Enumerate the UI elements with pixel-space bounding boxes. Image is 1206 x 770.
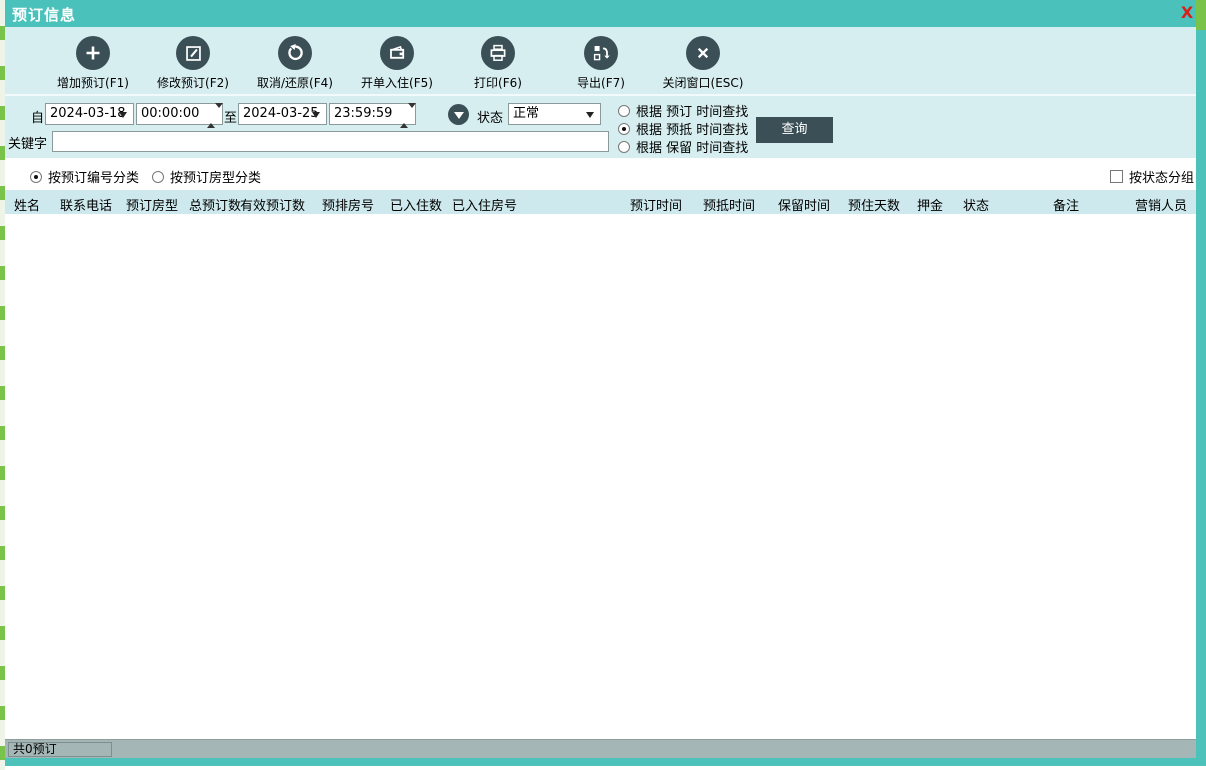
table-body — [5, 214, 1196, 739]
column-header: 预订房型 — [126, 195, 178, 214]
printer-icon — [481, 36, 515, 70]
status-label: 状态 — [477, 107, 503, 126]
spinner-arrows-icon[interactable] — [400, 106, 412, 122]
radio-label: 根据 预订 时间查找 — [636, 101, 748, 120]
keyword-label: 关键字 — [8, 133, 47, 152]
radio-icon[interactable] — [30, 171, 42, 183]
column-header: 预排房号 — [322, 195, 374, 214]
radio-icon[interactable] — [618, 123, 630, 135]
undo-icon — [278, 36, 312, 70]
export-button[interactable]: 导出(F7) — [546, 36, 656, 91]
toolbar-button-label: 取消/还原(F4) — [240, 74, 350, 91]
chevron-down-icon[interactable] — [312, 112, 320, 118]
from-date-value: 2024-03-18 — [50, 106, 126, 121]
toolbar-button-label: 增加预订(F1) — [38, 74, 148, 91]
print-button[interactable]: 打印(F6) — [443, 36, 553, 91]
query-button[interactable]: 查询 — [756, 117, 833, 143]
from-time-value: 00:00:00 — [141, 106, 199, 121]
column-header: 营销人员 — [1135, 195, 1187, 214]
status-value: 正常 — [513, 106, 539, 121]
checkbox-group-by-status[interactable]: 按状态分组 — [1110, 167, 1194, 186]
column-header: 备注 — [1053, 195, 1079, 214]
radio-label: 按预订房型分类 — [170, 167, 261, 186]
to-label: 至 — [224, 107, 237, 126]
filter-panel: 自 2024-03-18 00:00:00 至 2024-03-25 23:59… — [5, 96, 1196, 158]
close-circle-icon — [686, 36, 720, 70]
add-icon — [76, 36, 110, 70]
radio-icon[interactable] — [618, 141, 630, 153]
radio-label: 根据 预抵 时间查找 — [636, 119, 748, 138]
reservation-count: 共0预订 — [8, 742, 112, 757]
radio-label: 根据 保留 时间查找 — [636, 137, 748, 156]
modify-reservation-button[interactable]: 修改预订(F2) — [138, 36, 248, 91]
column-header: 姓名 — [14, 195, 40, 214]
background-right-strip — [1196, 0, 1206, 766]
to-date-select[interactable]: 2024-03-25 — [238, 103, 327, 125]
wallet-icon — [380, 36, 414, 70]
toolbar-button-label: 开单入住(F5) — [342, 74, 452, 91]
to-time-spinner[interactable]: 23:59:59 — [329, 103, 416, 125]
window-bottom-border — [5, 758, 1196, 766]
table-header: 姓名 联系电话 预订房型 总预订数 有效预订数 预排房号 已入住数 已入住房号 … — [5, 190, 1196, 214]
to-date-value: 2024-03-25 — [243, 106, 319, 121]
chevron-down-icon[interactable] — [119, 112, 127, 118]
checkbox-label: 按状态分组 — [1129, 167, 1194, 186]
keyword-input[interactable] — [52, 131, 609, 152]
export-icon — [584, 36, 618, 70]
check-in-button[interactable]: 开单入住(F5) — [342, 36, 452, 91]
column-header: 预订时间 — [630, 195, 682, 214]
column-header: 联系电话 — [60, 195, 112, 214]
expand-more-button[interactable] — [448, 104, 469, 125]
toolbar-button-label: 打印(F6) — [443, 74, 553, 91]
column-header: 已入住房号 — [452, 195, 517, 214]
chevron-down-icon[interactable] — [586, 112, 594, 118]
column-header: 押金 — [917, 195, 943, 214]
cancel-restore-button[interactable]: 取消/还原(F4) — [240, 36, 350, 91]
chevron-down-icon — [454, 112, 464, 119]
add-reservation-button[interactable]: 增加预订(F1) — [38, 36, 148, 91]
status-bar: 共0预订 — [5, 739, 1196, 758]
status-select[interactable]: 正常 — [508, 103, 601, 125]
grouping-row: 按预订编号分类 按预订房型分类 按状态分组 — [5, 158, 1196, 190]
close-window-button[interactable]: 关闭窗口(ESC) — [648, 36, 758, 91]
radio-group-by-booking-number[interactable]: 按预订编号分类 — [30, 167, 139, 186]
reservation-info-window: 预订信息 X 增加预订(F1) 修改预订(F2) 取消/还原(F4) — [5, 0, 1196, 766]
edit-icon — [176, 36, 210, 70]
column-header: 有效预订数 — [240, 195, 305, 214]
radio-icon[interactable] — [618, 105, 630, 117]
column-header: 状态 — [963, 195, 989, 214]
radio-search-by-booking-time[interactable]: 根据 预订 时间查找 — [618, 101, 748, 120]
toolbar: 增加预订(F1) 修改预订(F2) 取消/还原(F4) 开单入住(F5) 打印(… — [5, 27, 1196, 96]
toolbar-button-label: 关闭窗口(ESC) — [648, 74, 758, 91]
radio-group-by-room-type[interactable]: 按预订房型分类 — [152, 167, 261, 186]
column-header: 保留时间 — [778, 195, 830, 214]
column-header: 预住天数 — [848, 195, 900, 214]
radio-search-by-arrival-time[interactable]: 根据 预抵 时间查找 — [618, 119, 748, 138]
checkbox-icon[interactable] — [1110, 170, 1123, 183]
from-time-spinner[interactable]: 00:00:00 — [136, 103, 223, 125]
from-label: 自 — [31, 107, 44, 126]
spinner-arrows-icon[interactable] — [207, 106, 219, 122]
toolbar-button-label: 修改预订(F2) — [138, 74, 248, 91]
to-time-value: 23:59:59 — [334, 106, 392, 121]
toolbar-button-label: 导出(F7) — [546, 74, 656, 91]
radio-label: 按预订编号分类 — [48, 167, 139, 186]
close-icon[interactable]: X — [1177, 3, 1197, 23]
title-bar: 预订信息 X — [5, 0, 1196, 27]
from-date-select[interactable]: 2024-03-18 — [45, 103, 134, 125]
column-header: 预抵时间 — [703, 195, 755, 214]
column-header: 总预订数 — [189, 195, 241, 214]
column-header: 已入住数 — [390, 195, 442, 214]
radio-search-by-hold-time[interactable]: 根据 保留 时间查找 — [618, 137, 748, 156]
radio-icon[interactable] — [152, 171, 164, 183]
window-title: 预订信息 — [12, 4, 76, 25]
